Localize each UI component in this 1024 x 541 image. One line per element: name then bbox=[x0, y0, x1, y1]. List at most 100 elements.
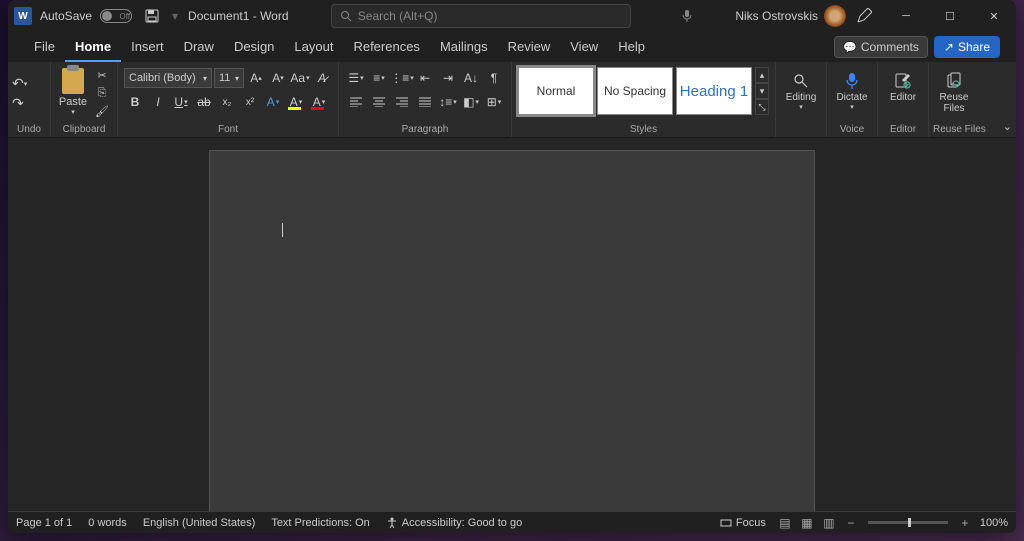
tab-review[interactable]: Review bbox=[498, 32, 561, 62]
borders-button[interactable]: ⊞▾ bbox=[483, 92, 505, 112]
zoom-out-button[interactable]: − bbox=[840, 514, 862, 532]
tab-view[interactable]: View bbox=[560, 32, 608, 62]
reuse-files-icon bbox=[945, 70, 963, 92]
group-reuse: Reuse Files Reuse Files bbox=[929, 62, 990, 137]
font-size-dropdown[interactable]: 11 bbox=[214, 68, 244, 88]
shading-button[interactable]: ◧▾ bbox=[460, 92, 482, 112]
read-mode-button[interactable]: ▤ bbox=[774, 514, 796, 532]
document-title: Document1 - Word bbox=[188, 9, 288, 23]
styles-expand[interactable]: ⤡ bbox=[755, 99, 769, 115]
tab-references[interactable]: References bbox=[343, 32, 429, 62]
collapse-ribbon-button[interactable]: ⌄ bbox=[1003, 120, 1012, 133]
highlight-button[interactable]: A▾ bbox=[285, 92, 307, 112]
text-effects-button[interactable]: A▾ bbox=[262, 92, 284, 112]
superscript-button[interactable]: x² bbox=[239, 92, 261, 112]
italic-button[interactable]: I bbox=[147, 92, 169, 112]
underline-button[interactable]: U▾ bbox=[170, 92, 192, 112]
editor-button[interactable]: Editor bbox=[882, 64, 924, 103]
grow-font-button[interactable]: A▴ bbox=[246, 68, 266, 88]
increase-indent-button[interactable]: ⇥ bbox=[437, 68, 459, 88]
strikethrough-button[interactable]: ab bbox=[193, 92, 215, 112]
multilevel-list-button[interactable]: ⋮≡▾ bbox=[391, 68, 413, 88]
styles-scroll-up[interactable]: ▴ bbox=[755, 67, 769, 83]
clear-formatting-button[interactable]: A̷ bbox=[312, 68, 332, 88]
align-center-button[interactable] bbox=[368, 92, 390, 112]
document-page[interactable] bbox=[209, 150, 815, 511]
styles-scroll-down[interactable]: ▾ bbox=[755, 83, 769, 99]
user-account[interactable]: Niks Ostrovskis bbox=[735, 5, 852, 27]
styles-gallery-nav: ▴ ▾ ⤡ bbox=[755, 67, 769, 115]
tab-draw[interactable]: Draw bbox=[174, 32, 224, 62]
share-button[interactable]: Share bbox=[934, 36, 1000, 58]
paste-icon bbox=[62, 68, 84, 94]
web-layout-button[interactable]: ▥ bbox=[818, 514, 840, 532]
mic-icon[interactable] bbox=[681, 9, 693, 23]
bullets-button[interactable]: ☰▾ bbox=[345, 68, 367, 88]
zoom-level[interactable]: 100% bbox=[980, 517, 1008, 529]
subscript-button[interactable]: x₂ bbox=[216, 92, 238, 112]
close-button[interactable]: ✕ bbox=[972, 0, 1016, 32]
zoom-in-button[interactable]: + bbox=[954, 514, 976, 532]
line-spacing-button[interactable]: ↕≡▾ bbox=[437, 92, 459, 112]
search-input[interactable]: Search (Alt+Q) bbox=[331, 4, 631, 28]
undo-button[interactable]: ↶▾ bbox=[12, 75, 27, 93]
tab-mailings[interactable]: Mailings bbox=[430, 32, 498, 62]
style-heading1[interactable]: Heading 1 bbox=[676, 67, 752, 115]
font-color-button[interactable]: A▾ bbox=[308, 92, 330, 112]
font-group-label: Font bbox=[122, 123, 334, 137]
redo-button[interactable]: ↷ bbox=[12, 95, 24, 113]
tab-help[interactable]: Help bbox=[608, 32, 655, 62]
shrink-font-button[interactable]: A▾ bbox=[268, 68, 288, 88]
autosave-toggle[interactable]: Off bbox=[100, 9, 132, 23]
justify-button[interactable] bbox=[414, 92, 436, 112]
tab-file[interactable]: File bbox=[24, 32, 65, 62]
save-icon[interactable] bbox=[144, 8, 160, 24]
paragraph-group-label: Paragraph bbox=[343, 123, 507, 137]
dictate-button[interactable]: Dictate ▾ bbox=[831, 64, 873, 111]
group-paragraph: ☰▾ ≡▾ ⋮≡▾ ⇤ ⇥ A↓ ¶ bbox=[339, 62, 512, 137]
document-area[interactable] bbox=[8, 138, 1016, 511]
comments-button[interactable]: Comments bbox=[834, 36, 928, 58]
maximize-button[interactable]: ☐ bbox=[928, 0, 972, 32]
print-layout-button[interactable]: ▦ bbox=[796, 514, 818, 532]
status-bar: Page 1 of 1 0 words English (United Stat… bbox=[8, 511, 1016, 533]
zoom-slider[interactable] bbox=[868, 521, 948, 524]
editor-group-label: Editor bbox=[882, 123, 924, 137]
qat-separator: ▾ bbox=[172, 8, 178, 24]
tab-layout[interactable]: Layout bbox=[284, 32, 343, 62]
status-accessibility[interactable]: Accessibility: Good to go bbox=[386, 517, 522, 529]
decrease-indent-button[interactable]: ⇤ bbox=[414, 68, 436, 88]
align-left-button[interactable] bbox=[345, 92, 367, 112]
style-no-spacing[interactable]: No Spacing bbox=[597, 67, 673, 115]
tab-home[interactable]: Home bbox=[65, 32, 121, 62]
status-words[interactable]: 0 words bbox=[88, 517, 127, 529]
align-right-button[interactable] bbox=[391, 92, 413, 112]
minimize-button[interactable]: ─ bbox=[884, 0, 928, 32]
sort-button[interactable]: A↓ bbox=[460, 68, 482, 88]
tab-design[interactable]: Design bbox=[224, 32, 284, 62]
group-styles: Normal No Spacing Heading 1 ▴ ▾ ⤡ Styles bbox=[512, 62, 776, 137]
word-window: W AutoSave Off ▾ Document1 - Word Search… bbox=[8, 0, 1016, 533]
status-page[interactable]: Page 1 of 1 bbox=[16, 517, 72, 529]
cut-button[interactable]: ✂ bbox=[93, 68, 111, 83]
style-normal[interactable]: Normal bbox=[518, 67, 594, 115]
format-painter-button[interactable]: 🖌 bbox=[93, 104, 111, 119]
tab-insert[interactable]: Insert bbox=[121, 32, 174, 62]
text-cursor bbox=[282, 223, 283, 237]
numbering-button[interactable]: ≡▾ bbox=[368, 68, 390, 88]
find-icon bbox=[793, 70, 809, 92]
font-name-dropdown[interactable]: Calibri (Body) bbox=[124, 68, 212, 88]
copy-button[interactable]: ⎘ bbox=[93, 86, 111, 101]
change-case-button[interactable]: Aa▾ bbox=[290, 68, 310, 88]
editing-button[interactable]: Editing ▾ bbox=[780, 64, 822, 111]
user-name: Niks Ostrovskis bbox=[735, 9, 818, 23]
show-marks-button[interactable]: ¶ bbox=[483, 68, 505, 88]
reuse-files-button[interactable]: Reuse Files bbox=[933, 64, 975, 114]
group-editor: Editor Editor bbox=[878, 62, 929, 137]
status-predictions[interactable]: Text Predictions: On bbox=[271, 517, 369, 529]
paste-button[interactable]: Paste ▾ bbox=[55, 64, 91, 116]
focus-mode-button[interactable]: Focus bbox=[720, 517, 766, 529]
bold-button[interactable]: B bbox=[124, 92, 146, 112]
draw-mode-icon[interactable] bbox=[856, 8, 884, 24]
status-language[interactable]: English (United States) bbox=[143, 517, 256, 529]
